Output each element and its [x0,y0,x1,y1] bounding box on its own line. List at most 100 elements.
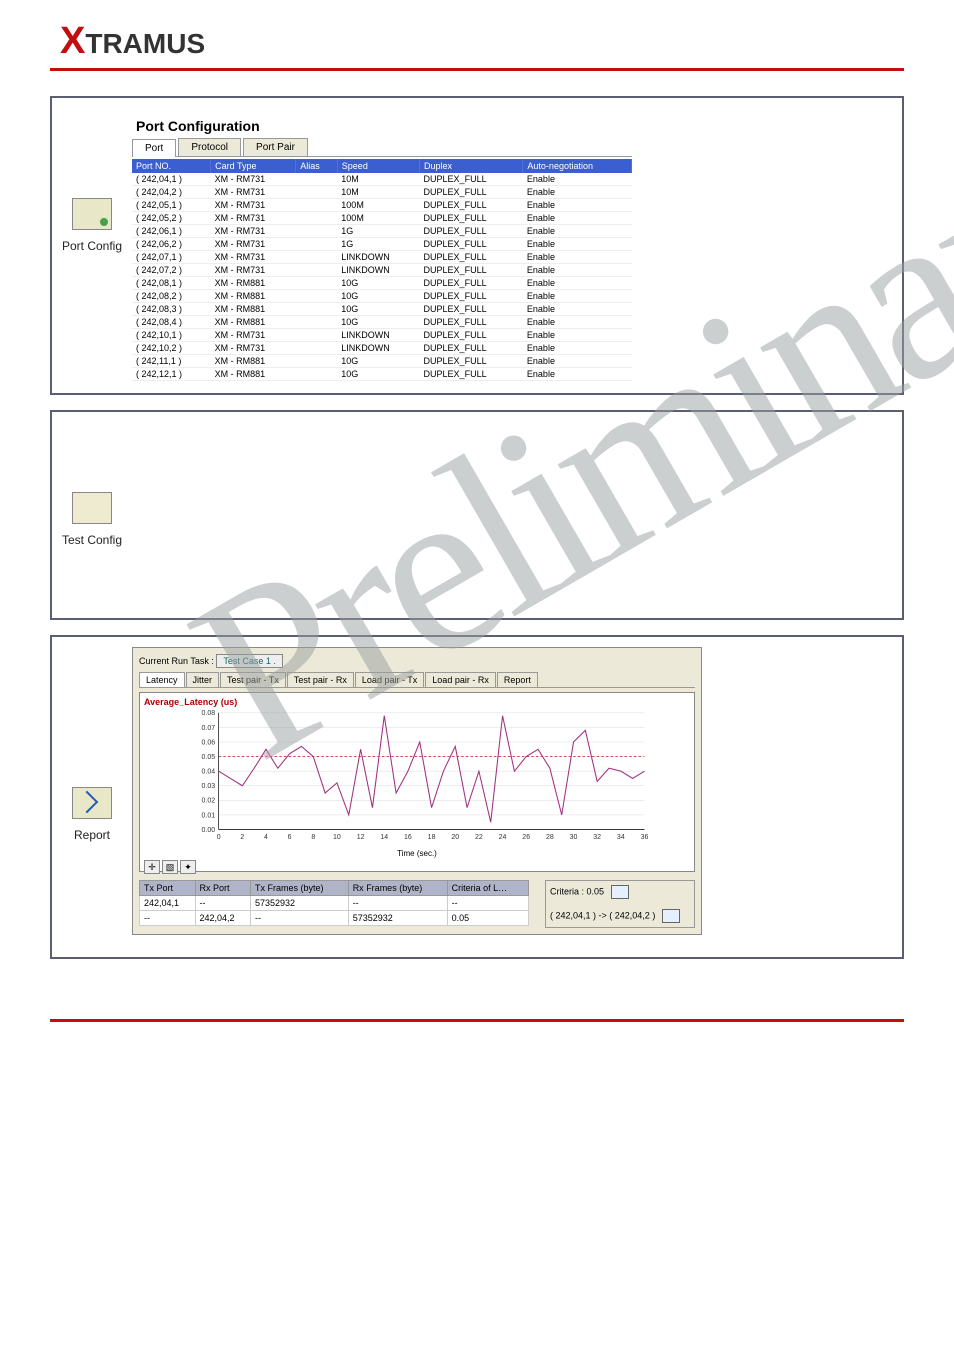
header-divider [50,68,904,71]
subtab-jitter[interactable]: Jitter [186,672,220,687]
table-row[interactable]: ( 242,07,1 )XM - RM731LINKDOWNDUPLEX_FUL… [132,251,632,264]
table-row[interactable]: ( 242,07,2 )XM - RM731LINKDOWNDUPLEX_FUL… [132,264,632,277]
port-table: Port NO.Card TypeAliasSpeedDuplexAuto-ne… [132,159,632,381]
pair-table: Tx PortRx PortTx Frames (byte)Rx Frames … [139,880,529,926]
chart-title: Average_Latency (us) [144,697,690,707]
pair-header: Tx Port [140,881,196,896]
port-header: Port NO. [132,159,211,173]
subtab-latency[interactable]: Latency [139,672,185,687]
footer-divider [50,1019,904,1022]
test-config-icon-col: Test Config [52,412,132,549]
svg-text:0.00: 0.00 [202,827,216,834]
tab-port-pair[interactable]: Port Pair [243,138,308,156]
svg-text:0.02: 0.02 [202,798,216,805]
pair-header: Rx Frames (byte) [348,881,447,896]
table-row[interactable]: ( 242,04,2 )XM - RM73110MDUPLEX_FULLEnab… [132,186,632,199]
svg-text:0.06: 0.06 [202,739,216,746]
pair-chart-icon[interactable] [662,909,680,923]
table-row[interactable]: ( 242,08,2 )XM - RM88110GDUPLEX_FULLEnab… [132,290,632,303]
test-config-icon [72,492,112,524]
chart-svg: 0.000.010.020.030.040.050.060.070.080246… [144,707,690,847]
subtab-lptx[interactable]: Load pair - Tx [355,672,424,687]
tab-port[interactable]: Port [132,139,176,157]
port-config-title: Port Configuration [132,110,632,138]
svg-text:24: 24 [499,834,507,841]
svg-text:34: 34 [617,834,625,841]
table-row[interactable]: 242,04,1--57352932---- [140,896,529,911]
table-row[interactable]: ( 242,11,1 )XM - RM88110GDUPLEX_FULLEnab… [132,355,632,368]
port-header: Card Type [211,159,296,173]
svg-text:30: 30 [570,834,578,841]
svg-text:0.05: 0.05 [202,754,216,761]
port-config-panel: Port Configuration Port Protocol Port Pa… [132,110,632,381]
port-header: Duplex [420,159,523,173]
svg-text:22: 22 [475,834,483,841]
table-row[interactable]: ( 242,05,2 )XM - RM731100MDUPLEX_FULLEna… [132,212,632,225]
svg-text:0.08: 0.08 [202,710,216,717]
pair-header: Rx Port [195,881,251,896]
table-row[interactable]: ( 242,08,1 )XM - RM88110GDUPLEX_FULLEnab… [132,277,632,290]
criteria-label: Criteria : 0.05 [550,886,604,896]
pair-header: Criteria of L… [447,881,528,896]
svg-text:8: 8 [311,834,315,841]
svg-text:12: 12 [357,834,365,841]
report-label: Report [74,828,110,842]
svg-text:10: 10 [333,834,341,841]
svg-text:2: 2 [240,834,244,841]
table-row[interactable]: ( 242,04,1 )XM - RM73110MDUPLEX_FULLEnab… [132,173,632,186]
report-icon-col: Report [52,637,132,844]
svg-text:14: 14 [380,834,388,841]
svg-text:32: 32 [593,834,601,841]
svg-text:0.07: 0.07 [202,725,216,732]
pair-description: ( 242,04,1 ) -> ( 242,04,2 ) [550,910,655,920]
svg-text:20: 20 [451,834,459,841]
port-header: Alias [296,159,338,173]
report-subtabs: Latency Jitter Test pair - Tx Test pair … [139,672,695,688]
table-row[interactable]: ( 242,08,4 )XM - RM88110GDUPLEX_FULLEnab… [132,316,632,329]
subtab-lprx[interactable]: Load pair - Rx [425,672,496,687]
port-config-label: Port Config [62,239,122,253]
section-port-config: Port Config Port Configuration Port Prot… [50,96,904,395]
bucket-icon[interactable]: ▧ [162,860,178,874]
svg-text:26: 26 [522,834,530,841]
test-config-label: Test Config [62,533,122,547]
svg-text:6: 6 [288,834,292,841]
zoom-icon[interactable]: ✛ [144,860,160,874]
subtab-tprx[interactable]: Test pair - Rx [287,672,354,687]
current-task-button[interactable]: Test Case 1 . [216,654,283,668]
table-row[interactable]: ( 242,06,1 )XM - RM7311GDUPLEX_FULLEnabl… [132,225,632,238]
svg-text:0.01: 0.01 [202,812,216,819]
svg-text:0.04: 0.04 [202,769,216,776]
wand-icon[interactable]: ✦ [180,860,196,874]
port-config-icon-col: Port Config [52,98,132,255]
report-panel: Current Run Task : Test Case 1 . Latency… [132,647,702,935]
table-row[interactable]: ( 242,12,1 )XM - RM88110GDUPLEX_FULLEnab… [132,368,632,381]
svg-text:36: 36 [641,834,649,841]
svg-text:28: 28 [546,834,554,841]
svg-text:4: 4 [264,834,268,841]
chart-toolbar: ✛ ▧ ✦ [144,860,690,874]
subtab-report[interactable]: Report [497,672,538,687]
port-config-icon [72,198,112,230]
table-row[interactable]: ( 242,10,2 )XM - RM731LINKDOWNDUPLEX_FUL… [132,342,632,355]
pair-header: Tx Frames (byte) [251,881,349,896]
svg-text:16: 16 [404,834,412,841]
page-header: XTRAMUS [0,0,954,68]
port-header: Auto-negotiation [523,159,632,173]
table-row[interactable]: ( 242,05,1 )XM - RM731100MDUPLEX_FULLEna… [132,199,632,212]
svg-text:0.03: 0.03 [202,783,216,790]
tab-protocol[interactable]: Protocol [178,138,241,156]
svg-text:0: 0 [217,834,221,841]
svg-text:18: 18 [428,834,436,841]
table-row[interactable]: ( 242,10,1 )XM - RM731LINKDOWNDUPLEX_FUL… [132,329,632,342]
current-run-label: Current Run Task : [139,656,214,666]
criteria-box: Criteria : 0.05 ( 242,04,1 ) -> ( 242,04… [545,880,695,928]
table-row[interactable]: ( 242,06,2 )XM - RM7311GDUPLEX_FULLEnabl… [132,238,632,251]
table-row[interactable]: --242,04,2--573529320.05 [140,911,529,926]
criteria-chart-icon[interactable] [611,885,629,899]
subtab-tptx[interactable]: Test pair - Tx [220,672,286,687]
logo: XTRAMUS [60,28,205,59]
x-axis-label: Time (sec.) [144,849,690,858]
current-run-row: Current Run Task : Test Case 1 . [139,654,695,668]
table-row[interactable]: ( 242,08,3 )XM - RM88110GDUPLEX_FULLEnab… [132,303,632,316]
